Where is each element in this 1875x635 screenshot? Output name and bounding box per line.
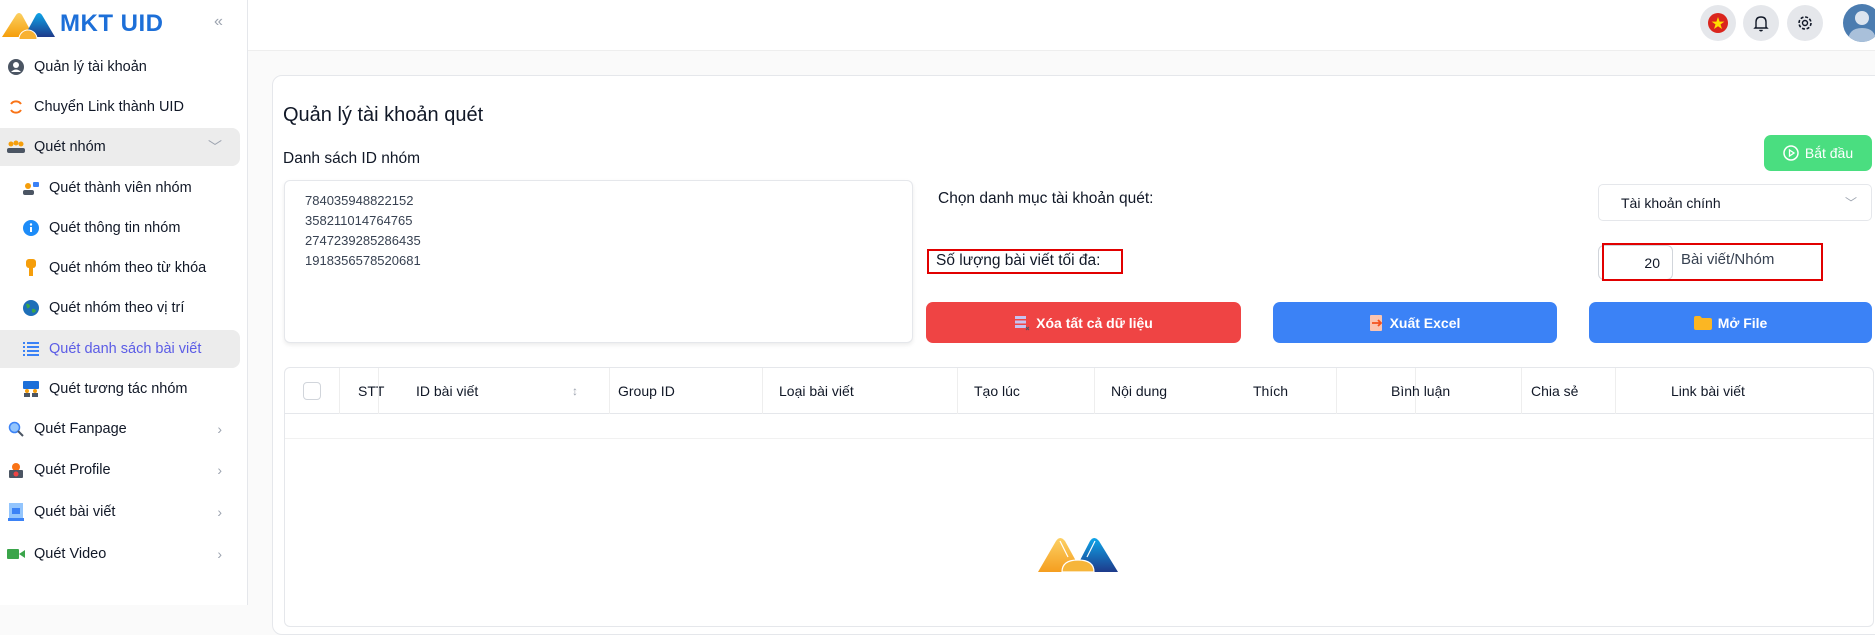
category-select[interactable]: Tài khoản chính ﹀	[1598, 184, 1872, 221]
sidebar-item-account-management[interactable]: Quản lý tài khoản	[0, 48, 240, 86]
sidebar-item-scan-fanpage[interactable]: Quét Fanpage ›	[0, 410, 240, 448]
user-icon	[1848, 11, 1875, 42]
sidebar-item-label: Quét tương tác nhóm	[49, 381, 188, 397]
globe-icon	[21, 298, 41, 318]
avatar[interactable]	[1843, 4, 1875, 42]
video-icon	[6, 544, 26, 564]
group-ids-label: Danh sách ID nhóm	[283, 150, 420, 167]
open-file-button-label: Mở File	[1717, 314, 1768, 331]
language-button[interactable]	[1700, 5, 1736, 41]
group-icon	[6, 137, 26, 157]
chevron-right-icon: ›	[217, 546, 222, 562]
interaction-icon	[21, 379, 41, 399]
highlight-box	[927, 249, 1123, 274]
column-header[interactable]: ID bài viết	[416, 368, 478, 414]
start-button[interactable]: Bắt đầu	[1764, 135, 1872, 171]
table-header: STT ID bài viết ↕ Group ID Loại bài viết…	[285, 368, 1873, 414]
column-header[interactable]: STT	[358, 368, 384, 414]
key-icon	[21, 258, 41, 278]
profile-icon	[6, 460, 26, 480]
sidebar-item-scan-groups-by-keyword[interactable]: Quét nhóm theo từ khóa	[0, 249, 240, 287]
chevron-right-icon: ›	[217, 504, 222, 520]
sidebar-item-label: Quét Fanpage	[34, 421, 127, 437]
sidebar-item-label: Quét thành viên nhóm	[49, 180, 192, 196]
sidebar-item-scan-group-info[interactable]: Quét thông tin nhóm	[0, 209, 240, 247]
gear-icon	[1798, 16, 1812, 30]
app-logo[interactable]: MKT UID	[0, 6, 163, 42]
export-excel-button[interactable]: Xuất Excel	[1273, 302, 1557, 343]
sidebar-item-label: Quét nhóm theo từ khóa	[49, 260, 207, 276]
notifications-button[interactable]	[1743, 5, 1779, 41]
sidebar-item-scan-group-members[interactable]: Quét thành viên nhóm	[0, 169, 240, 207]
clear-button-label: Xóa tất cả dữ liệu	[1036, 314, 1153, 331]
column-header[interactable]: Link bài viết	[1671, 368, 1745, 414]
sidebar-item-label: Quét Video	[34, 546, 107, 562]
export-button-label: Xuất Excel	[1389, 314, 1461, 331]
start-button-label: Bắt đầu	[1804, 145, 1854, 161]
info-icon	[21, 218, 41, 238]
bell-icon	[1753, 16, 1769, 32]
refresh-icon	[6, 97, 26, 117]
column-header[interactable]: Group ID	[618, 368, 675, 414]
clear-data-icon	[1015, 315, 1030, 330]
list-icon	[21, 339, 41, 359]
settings-button[interactable]	[1787, 5, 1823, 41]
sidebar-item-label: Quản lý tài khoản	[34, 59, 147, 75]
table-row-divider	[285, 438, 1873, 439]
top-bar	[248, 0, 1875, 51]
sidebar-item-scan-group-interactions[interactable]: Quét tương tác nhóm	[0, 370, 240, 408]
sidebar-item-scan-video[interactable]: Quét Video ›	[0, 535, 240, 573]
chevron-down-icon: ﹀	[208, 139, 222, 155]
category-label: Chọn danh mục tài khoản quét:	[938, 190, 1154, 207]
column-header[interactable]: Tạo lúc	[974, 368, 1020, 414]
collapse-sidebar-button[interactable]: «	[214, 13, 223, 31]
category-select-value: Tài khoản chính	[1621, 194, 1721, 211]
sidebar: MKT UID « Quản lý tài khoản Chuyển Link …	[0, 0, 248, 605]
posts-table: STT ID bài viết ↕ Group ID Loại bài viết…	[284, 367, 1874, 627]
chevron-right-icon: ›	[217, 462, 222, 478]
sidebar-item-scan-posts[interactable]: Quét bài viết ›	[0, 493, 240, 531]
sidebar-item-label: Quét danh sách bài viết	[49, 341, 202, 357]
sidebar-item-scan-groups[interactable]: Quét nhóm ﹀	[0, 128, 240, 166]
open-file-button[interactable]: Mở File	[1589, 302, 1872, 343]
export-icon	[1369, 314, 1382, 331]
sidebar-item-link-to-uid[interactable]: Chuyển Link thành UID	[0, 88, 240, 126]
sidebar-item-label: Chuyển Link thành UID	[34, 99, 184, 115]
vietnam-flag-icon	[1708, 13, 1728, 33]
chevron-down-icon: ﹀	[1844, 196, 1857, 210]
search-icon	[6, 419, 26, 439]
sidebar-item-label: Quét nhóm theo vị trí	[49, 300, 185, 316]
members-icon	[21, 178, 41, 198]
column-header[interactable]: Bình luận	[1391, 368, 1450, 414]
page-title: Quản lý tài khoản quét	[283, 104, 484, 126]
sidebar-item-label: Quét thông tin nhóm	[49, 220, 181, 236]
app-name: MKT UID	[60, 10, 164, 37]
select-all-checkbox[interactable]	[303, 382, 321, 400]
empty-state-logo-icon	[1038, 538, 1118, 573]
sort-icon[interactable]: ↕	[572, 368, 578, 414]
column-header[interactable]: Loại bài viết	[779, 368, 854, 414]
column-header[interactable]: Nội dung	[1111, 368, 1167, 414]
play-icon	[1783, 145, 1799, 161]
clear-all-data-button[interactable]: Xóa tất cả dữ liệu	[926, 302, 1241, 343]
chevron-right-icon: ›	[217, 421, 222, 437]
sidebar-item-label: Quét Profile	[34, 462, 111, 478]
sidebar-item-scan-profile[interactable]: Quét Profile ›	[0, 451, 240, 489]
folder-icon	[1693, 315, 1712, 330]
document-icon	[6, 502, 26, 522]
group-ids-input[interactable]: 784035948822152 358211014764765 27472392…	[284, 180, 913, 343]
sidebar-item-label: Quét bài viết	[34, 504, 116, 520]
sidebar-item-scan-groups-by-location[interactable]: Quét nhóm theo vị trí	[0, 289, 240, 327]
user-circle-icon	[6, 57, 26, 77]
sidebar-item-scan-post-list[interactable]: Quét danh sách bài viết	[0, 330, 240, 368]
sidebar-item-label: Quét nhóm	[34, 139, 106, 155]
highlight-box	[1602, 243, 1823, 281]
column-header[interactable]: Thích	[1253, 368, 1288, 414]
column-header[interactable]: Chia sẻ	[1531, 368, 1578, 414]
logo-icon	[2, 13, 55, 39]
